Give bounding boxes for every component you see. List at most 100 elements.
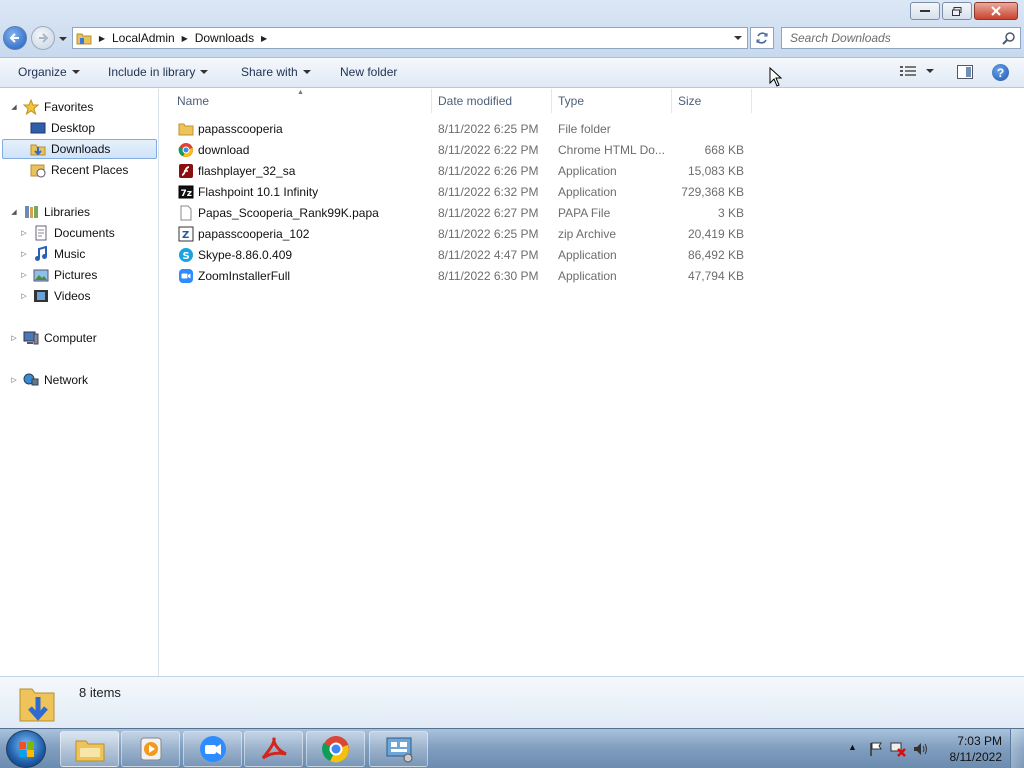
- preview-pane-button[interactable]: [957, 65, 973, 82]
- zip-icon: Z: [178, 226, 194, 242]
- breadcrumb-separator-icon[interactable]: ▶: [257, 34, 271, 43]
- 7zip-icon: 7z: [178, 185, 194, 199]
- nav-documents[interactable]: ▷ Documents: [20, 223, 115, 243]
- breadcrumb-localadmin[interactable]: LocalAdmin: [109, 28, 178, 48]
- include-in-library-label: Include in library: [108, 65, 196, 79]
- file-type: File folder: [558, 122, 611, 136]
- details-view-icon: [900, 66, 916, 76]
- search-input[interactable]: [782, 28, 992, 48]
- column-header-size[interactable]: Size: [672, 89, 752, 113]
- address-bar[interactable]: ▶ LocalAdmin ▶ Downloads ▶: [72, 27, 748, 49]
- show-hidden-icons-icon[interactable]: ▲: [848, 742, 857, 752]
- expand-arrow-icon[interactable]: ◢: [10, 208, 18, 216]
- expand-arrow-icon[interactable]: ▷: [20, 229, 28, 237]
- file-row-flashplayer[interactable]: flashplayer_32_sa 8/11/2022 6:26 PM Appl…: [176, 161, 756, 182]
- organize-menu[interactable]: Organize: [18, 65, 80, 79]
- include-in-library-menu[interactable]: Include in library: [108, 65, 209, 79]
- file-row-flashpoint[interactable]: 7z Flashpoint 10.1 Infinity 8/11/2022 6:…: [176, 182, 756, 203]
- taskbar-chrome[interactable]: [306, 731, 365, 767]
- start-button[interactable]: [6, 730, 46, 768]
- action-center-flag-icon[interactable]: [868, 741, 884, 757]
- libraries-icon: [25, 206, 38, 218]
- clock-date[interactable]: 8/11/2022: [950, 750, 1003, 764]
- nav-downloads[interactable]: Downloads: [2, 139, 157, 159]
- expand-arrow-icon[interactable]: ▷: [20, 271, 28, 279]
- file-row-papasscooperia[interactable]: papasscooperia 8/11/2022 6:25 PM File fo…: [176, 119, 756, 140]
- forward-button[interactable]: [31, 26, 55, 50]
- nav-desktop[interactable]: Desktop: [30, 118, 95, 138]
- expand-arrow-icon[interactable]: ▷: [20, 250, 28, 258]
- details-pane: 8 items: [0, 676, 1024, 728]
- nav-videos[interactable]: ▷ Videos: [20, 286, 90, 306]
- nav-computer-label: Computer: [44, 331, 97, 345]
- forward-arrow-icon: [39, 33, 49, 43]
- file-row-papa-file[interactable]: Papas_Scooperia_Rank99K.papa 8/11/2022 6…: [176, 203, 756, 224]
- network-disconnected-icon[interactable]: [890, 741, 906, 757]
- column-header-type[interactable]: Type: [552, 89, 672, 113]
- breadcrumb-downloads[interactable]: Downloads: [192, 28, 257, 48]
- column-header-date-modified[interactable]: Date modified: [432, 89, 552, 113]
- share-with-menu[interactable]: Share with: [241, 65, 311, 79]
- nav-computer[interactable]: ▷ Computer: [10, 328, 97, 348]
- file-row-papasscooperia-zip[interactable]: Z papasscooperia_102 8/11/2022 6:25 PM z…: [176, 224, 756, 245]
- expand-arrow-icon[interactable]: ◢: [10, 103, 18, 111]
- refresh-button[interactable]: [750, 27, 774, 49]
- taskbar: ▲ 7:03 PM 8/11/2022: [0, 728, 1024, 768]
- nav-recent-places[interactable]: Recent Places: [30, 160, 128, 180]
- nav-music[interactable]: ▷ Music: [20, 244, 85, 264]
- nav-downloads-label: Downloads: [51, 142, 111, 156]
- file-size: 20,419 KB: [687, 227, 744, 241]
- breadcrumb-separator-icon[interactable]: ▶: [95, 34, 109, 43]
- expand-arrow-icon[interactable]: ▷: [20, 292, 28, 300]
- taskbar-explorer[interactable]: [60, 731, 119, 767]
- file-type: Application: [558, 248, 617, 262]
- file-row-download[interactable]: download 8/11/2022 6:22 PM Chrome HTML D…: [176, 140, 756, 161]
- minimize-button[interactable]: [910, 2, 940, 20]
- show-desktop-button[interactable]: [1010, 729, 1024, 768]
- change-view-button[interactable]: [900, 65, 934, 77]
- new-folder-button[interactable]: New folder: [340, 65, 397, 79]
- chevron-down-icon[interactable]: [926, 69, 934, 73]
- control-panel-icon: [386, 737, 412, 763]
- clock-time[interactable]: 7:03 PM: [957, 734, 1002, 748]
- column-header-name[interactable]: Name: [160, 89, 432, 113]
- restore-button[interactable]: [942, 2, 972, 20]
- expand-arrow-icon[interactable]: ▷: [10, 376, 18, 384]
- search-icon[interactable]: [1002, 31, 1016, 45]
- preview-pane-icon: [957, 65, 973, 79]
- nav-desktop-label: Desktop: [51, 121, 96, 135]
- file-list: Name ▲ Date modified Type Size papasscoo…: [160, 89, 1024, 676]
- taskbar-zoom[interactable]: [183, 731, 242, 767]
- file-type: zip Archive: [558, 227, 617, 241]
- file-row-zoom[interactable]: ZoomInstallerFull 8/11/2022 6:30 PM Appl…: [176, 266, 756, 287]
- navigation-pane: ◢ Favorites Desktop Downloads Recent Pla…: [0, 89, 159, 676]
- file-size: 15,083 KB: [687, 164, 744, 178]
- volume-icon[interactable]: [912, 741, 928, 757]
- nav-libraries[interactable]: ◢ Libraries: [10, 202, 90, 222]
- close-button[interactable]: [974, 2, 1018, 20]
- expand-arrow-icon[interactable]: ▷: [10, 334, 18, 342]
- command-bar: Organize Include in library Share with N…: [0, 58, 1024, 88]
- nav-pictures-label: Pictures: [54, 268, 98, 282]
- file-name: download: [198, 143, 250, 157]
- taskbar-control-panel[interactable]: [369, 731, 428, 767]
- nav-favorites[interactable]: ◢ Favorites: [10, 97, 93, 117]
- file-date: 8/11/2022 6:30 PM: [438, 269, 539, 283]
- back-button[interactable]: [3, 26, 27, 50]
- nav-pictures[interactable]: ▷ Pictures: [20, 265, 97, 285]
- address-history-dropdown[interactable]: [731, 31, 745, 45]
- help-button[interactable]: ?: [992, 64, 1009, 81]
- file-size: 3 KB: [717, 206, 744, 220]
- chevron-down-icon: [59, 37, 67, 41]
- item-count: 8 items: [79, 685, 121, 700]
- taskbar-acrobat[interactable]: [244, 731, 303, 767]
- file-size: 47,794 KB: [687, 269, 744, 283]
- file-row-skype[interactable]: S Skype-8.86.0.409 8/11/2022 4:47 PM App…: [176, 245, 756, 266]
- nav-network[interactable]: ▷ Network: [10, 370, 88, 390]
- search-box[interactable]: [781, 27, 1021, 49]
- folder-icon: [178, 123, 194, 136]
- taskbar-media-player[interactable]: [121, 731, 180, 767]
- breadcrumb-separator-icon[interactable]: ▶: [178, 34, 192, 43]
- recent-pages-button[interactable]: [58, 33, 68, 43]
- file-name: ZoomInstallerFull: [198, 269, 291, 283]
